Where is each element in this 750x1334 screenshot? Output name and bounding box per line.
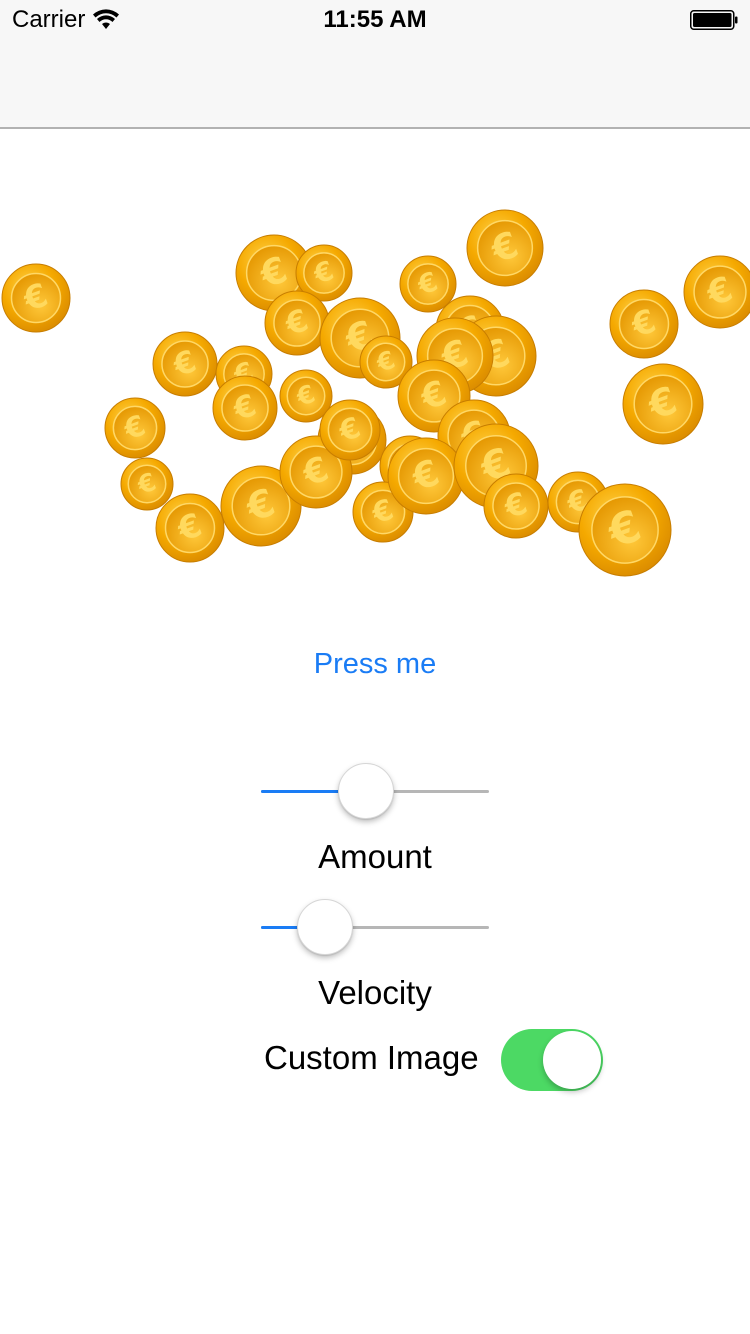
switch-knob — [543, 1031, 601, 1089]
coin-icon: € — [152, 331, 218, 397]
coin-icon: € — [104, 397, 166, 459]
coin-icon: € — [387, 437, 465, 515]
coin-icon: € — [120, 457, 174, 511]
navigation-bar: Carrier 11:55 AM — [0, 0, 750, 129]
velocity-label: Velocity — [318, 974, 432, 1011]
custom-image-switch[interactable] — [501, 1029, 603, 1091]
coin-icon: € — [155, 493, 225, 563]
coin-icon: € — [1, 263, 71, 333]
coin-icon: € — [399, 255, 457, 313]
coin-icon: € — [212, 375, 278, 441]
slider-thumb[interactable] — [337, 763, 394, 819]
coin-emitter-view: €€€€€€€€€€€€€€€€€€€€€€€€€€€€€€€€€€ — [0, 130, 750, 610]
coin-icon: € — [319, 399, 381, 461]
coin-icon: € — [683, 255, 750, 329]
coin-icon: € — [609, 289, 679, 359]
coin-icon: € — [622, 363, 704, 445]
coin-icon: € — [466, 209, 544, 287]
press-me-button[interactable]: Press me — [0, 648, 750, 681]
coin-icon: € — [483, 473, 549, 539]
coin-icon: € — [578, 483, 672, 577]
amount-label: Amount — [318, 838, 432, 875]
status-bar: Carrier 11:55 AM — [0, 0, 750, 40]
slider-thumb[interactable] — [296, 899, 353, 955]
battery-icon — [690, 10, 738, 30]
amount-slider[interactable] — [261, 761, 489, 821]
screen: Carrier 11:55 AM € € € € € € € € € € € €… — [0, 0, 750, 1334]
custom-image-label: Custom Image — [264, 1039, 479, 1076]
clock: 11:55 AM — [323, 6, 427, 33]
coin-particles: €€€€€€€€€€€€€€€€€€€€€€€€€€€€€€€€€€ — [1, 209, 750, 577]
velocity-slider[interactable] — [261, 897, 489, 957]
coin-icon: € — [264, 290, 330, 356]
